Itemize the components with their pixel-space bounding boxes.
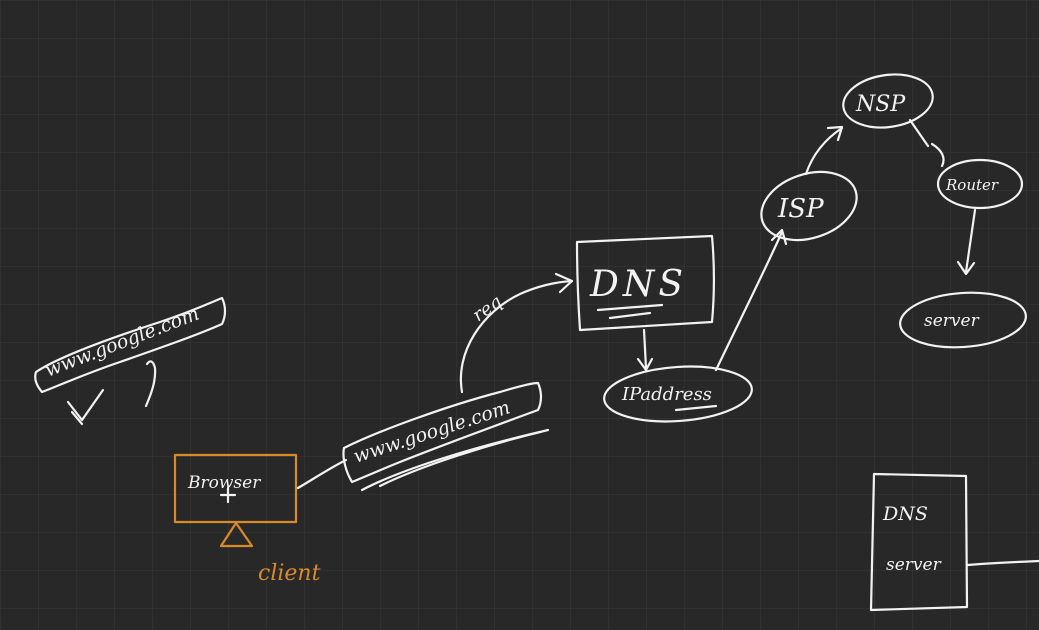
isp-label: ISP [777, 194, 824, 224]
req-arrow [459, 279, 574, 394]
router-label: Router [945, 176, 999, 194]
nsp-to-router-connector [908, 118, 930, 148]
router-node: Router [936, 158, 1024, 210]
client-label: client [258, 561, 321, 586]
isp-to-nsp-arrow [804, 126, 844, 176]
isp-node: ISP [760, 170, 858, 242]
browser-label: Browser [187, 473, 261, 493]
url-center-label: www.google.com [351, 396, 513, 467]
diagram-svg: www.google.com Browser client www.google… [34, 73, 1039, 612]
dns-box: DNS [575, 234, 715, 332]
server-label: server [924, 311, 980, 331]
servers-node: server [899, 291, 1027, 349]
dns-to-ip-arrow [642, 328, 648, 370]
checkmark-icon [66, 388, 105, 422]
dns-box-label: DNS [589, 264, 687, 305]
url-bubble-left: www.google.com [34, 296, 227, 426]
dns-server-box: DNS server [869, 472, 1039, 612]
ip-address-label: IPaddress [621, 384, 712, 405]
nsp-label: NSP [855, 92, 906, 117]
monitor-stand-icon [219, 521, 254, 548]
dns-server-label-line1: DNS [882, 503, 928, 525]
nsp-node: NSP [842, 73, 934, 129]
browser-monitor: Browser client [173, 453, 321, 586]
dns-server-connector [966, 559, 1039, 567]
url-bubble-center: www.google.com [342, 381, 550, 492]
ip-address-node: IPaddress [603, 365, 753, 423]
whiteboard-canvas: www.google.com Browser client www.google… [0, 0, 1039, 630]
pointer-squiggle [144, 360, 157, 408]
browser-to-url-connector [296, 458, 348, 490]
ip-to-isp-arrow [714, 230, 784, 372]
req-label: req [469, 291, 506, 326]
dns-server-label-line2: server [886, 555, 942, 575]
